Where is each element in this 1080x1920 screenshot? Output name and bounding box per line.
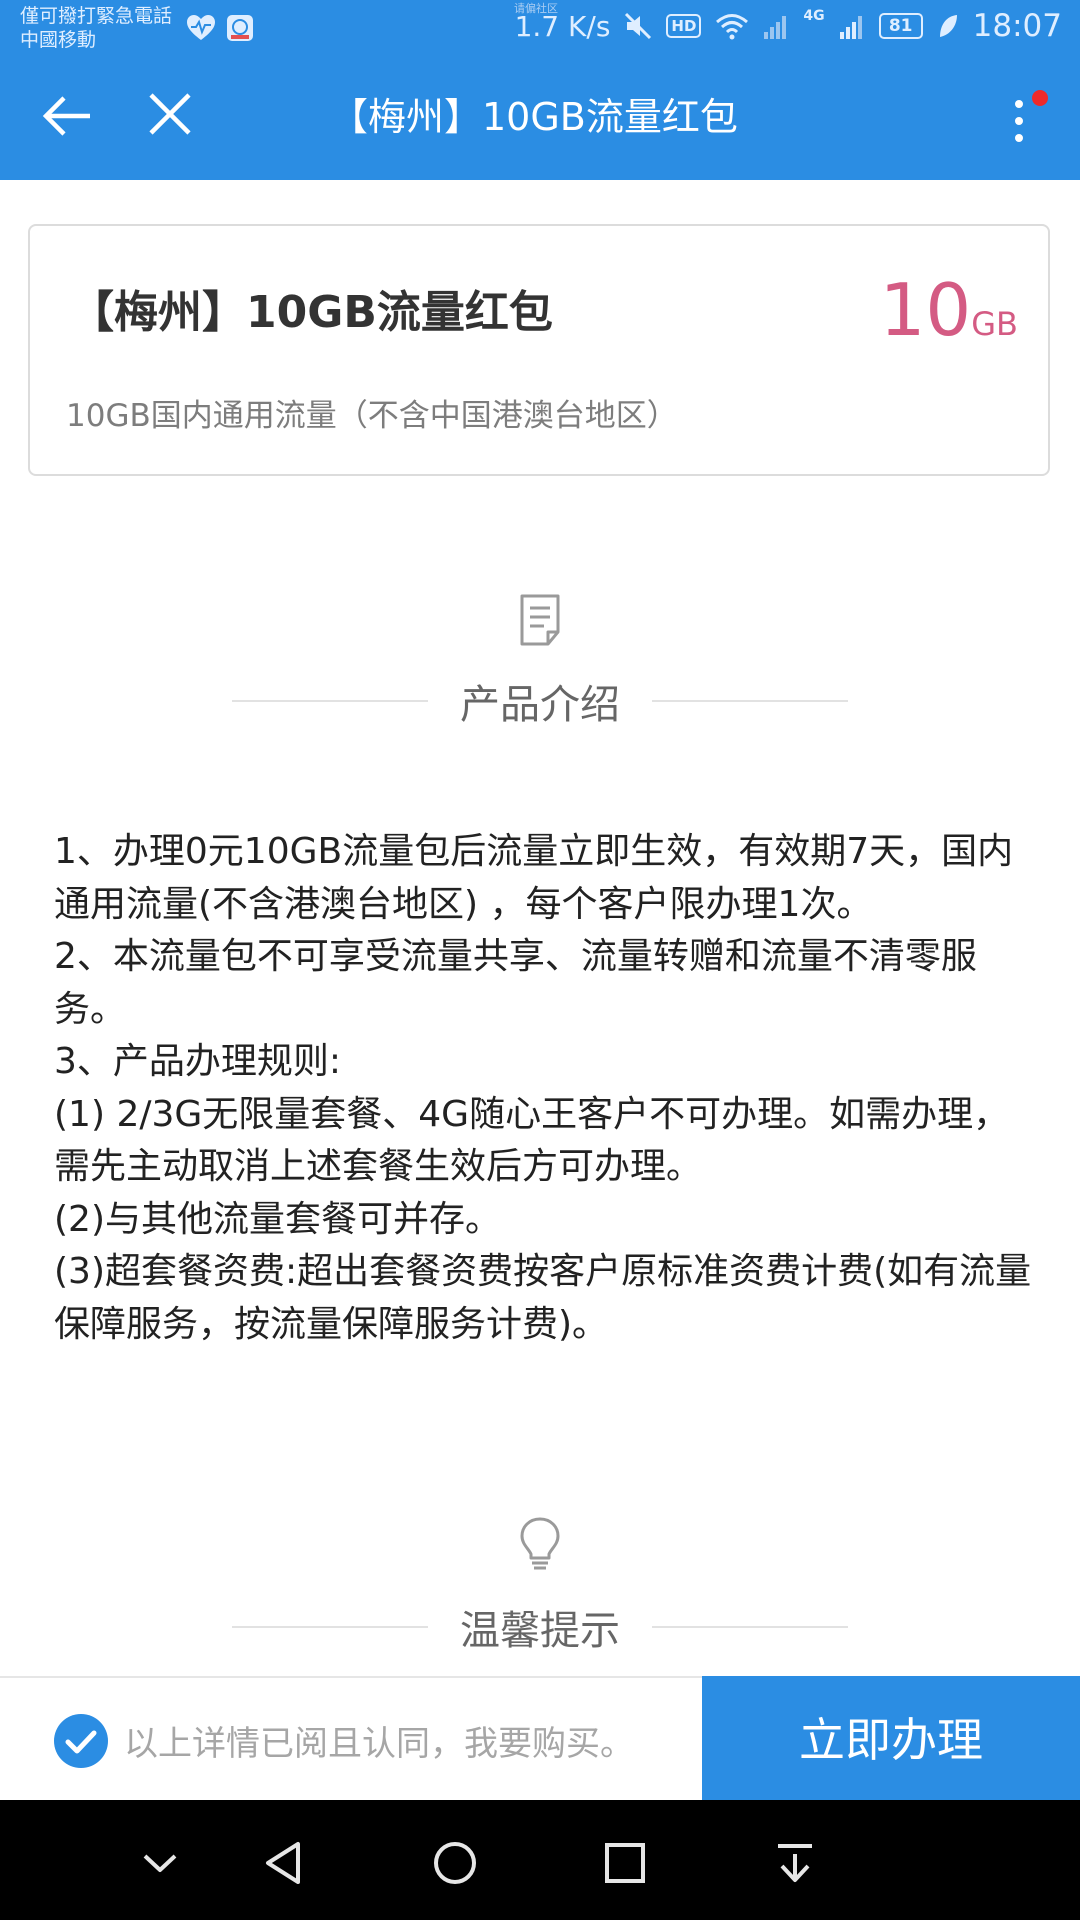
purchase-bar: 以上详情已阅且认同，我要购买。 立即办理: [0, 1676, 1080, 1802]
app-bar: 【梅州】10GB流量红包: [0, 56, 1080, 180]
checkmark-icon: [65, 1730, 97, 1754]
emergency-calls-text: 僅可撥打緊急電話: [20, 5, 173, 27]
tips-header: 温馨提示: [232, 1596, 848, 1656]
rule-item: (1) 2/3G无限量套餐、4G随心王客户不可办理。如需办理，需先主动取消上述套…: [54, 1093, 1010, 1188]
hd-voice-badge: HD: [666, 14, 702, 38]
rule-item: (2)与其他流量套餐可并存。: [54, 1198, 501, 1240]
agree-checkbox[interactable]: [54, 1714, 108, 1768]
product-card: 【梅州】10GB流量红包 10GB 10GB国内通用流量（不含中国港澳台地区）: [28, 224, 1050, 476]
page-title: 【梅州】10GB流量红包: [330, 95, 738, 139]
submit-order-button[interactable]: 立即办理: [702, 1676, 1080, 1802]
chevron-down-icon[interactable]: [133, 1836, 187, 1890]
wifi-icon: [716, 14, 749, 40]
status-bar-left: 僅可撥打緊急電話 中國移動: [20, 4, 172, 52]
agree-label[interactable]: 以上详情已阅且认同，我要购买。: [124, 1716, 634, 1765]
back-arrow-icon[interactable]: [42, 94, 92, 138]
network-speed: 1.7 K/s: [514, 9, 611, 43]
clock: 18:07: [972, 8, 1062, 44]
nav-recents-icon[interactable]: [598, 1836, 652, 1890]
more-options-icon[interactable]: [1006, 96, 1032, 146]
product-description: 10GB国内通用流量（不含中国港澳台地区）: [66, 398, 678, 434]
nav-back-icon[interactable]: [258, 1836, 312, 1890]
amount-unit: GB: [971, 305, 1018, 343]
nav-home-icon[interactable]: [428, 1836, 482, 1890]
power-saving-leaf-icon: [939, 15, 957, 37]
carrier-name: 中國移動: [20, 29, 97, 51]
health-heart-icon: [187, 15, 215, 40]
app-notification-icon: [227, 15, 253, 41]
close-icon[interactable]: [148, 92, 192, 136]
status-bar: 僅可撥打緊急電話 中國移動 请偏社区 1.7 K/s HD 4G 81 18:0…: [0, 0, 1080, 56]
notification-dot: [1032, 90, 1048, 106]
document-icon: [520, 594, 560, 646]
product-rules: 1、办理0元10GB流量包后流量立即生效，有效期7天，国内通用流量(不含港澳台地…: [54, 826, 1038, 1351]
battery-level: 81: [878, 13, 923, 39]
signal-bars-4g-icon: [839, 16, 862, 39]
rule-item: 1、办理0元10GB流量包后流量立即生效，有效期7天，国内通用流量(不含港澳台地…: [54, 831, 1014, 925]
product-intro-header: 产品介绍: [232, 670, 848, 730]
product-amount: 10GB: [880, 270, 1018, 350]
signal-bars-icon: [764, 16, 787, 39]
notification-shade-icon[interactable]: [768, 1836, 822, 1890]
divider-line: [652, 1626, 848, 1628]
rule-item: 3、产品办理规则:: [54, 1041, 342, 1082]
product-title: 【梅州】10GB流量红包: [70, 287, 553, 338]
lightbulb-icon: [520, 1517, 560, 1570]
status-notification-icons: [186, 14, 254, 42]
divider-line: [652, 700, 848, 702]
mobile-network-label: 4G: [803, 8, 825, 24]
status-bar-right: 1.7 K/s HD 4G 81 18:07: [515, 8, 1062, 44]
rule-item: 2、本流量包不可享受流量共享、流量转赠和流量不清零服务。: [54, 936, 977, 1030]
system-nav-bar: [0, 1800, 1080, 1920]
rule-item: (3)超套餐资费:超出套餐资费按客户原标准资费计费(如有流量保障服务，按流量保障…: [54, 1251, 1032, 1345]
mute-icon: [625, 12, 652, 40]
amount-value: 10: [879, 268, 972, 352]
